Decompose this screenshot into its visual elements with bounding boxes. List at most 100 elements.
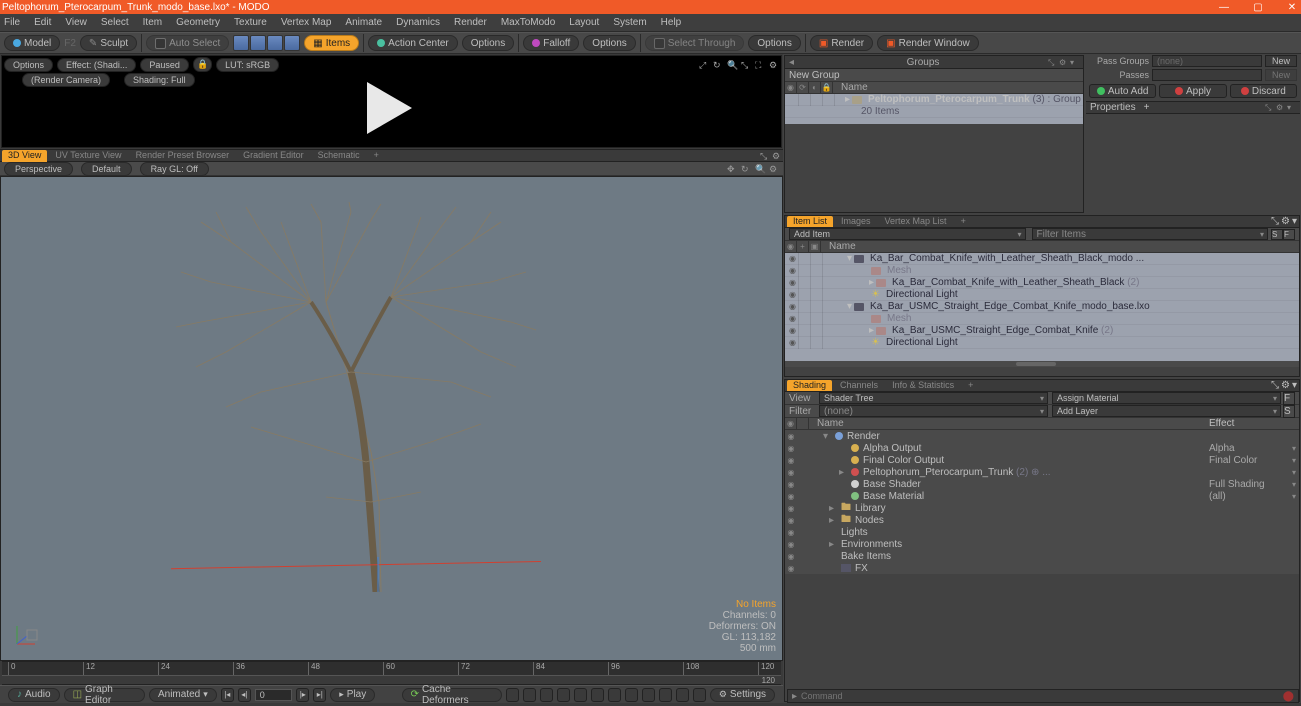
- eye-icon[interactable]: ◉: [785, 82, 797, 94]
- viewtab-max-icon[interactable]: ⤡: [760, 151, 769, 160]
- shader-view-dropdown[interactable]: Shader Tree: [819, 392, 1048, 404]
- t-icon-12[interactable]: [693, 688, 706, 702]
- menu-geometry[interactable]: Geometry: [176, 17, 220, 28]
- 3d-viewport[interactable]: No Items Channels: 0 Deformers: ON GL: 1…: [0, 176, 783, 661]
- item-row[interactable]: ◉Mesh: [785, 313, 1299, 325]
- apply-button[interactable]: Apply: [1159, 84, 1226, 98]
- falloff-button[interactable]: Falloff: [523, 35, 579, 51]
- command-record-icon[interactable]: ⬤: [1283, 691, 1294, 702]
- viewtab-add[interactable]: +: [368, 150, 385, 162]
- preview-icon-5[interactable]: ⛶: [755, 60, 765, 70]
- shading-tab-add[interactable]: +: [962, 380, 979, 391]
- default-dropdown[interactable]: Default: [81, 162, 132, 176]
- options-button-2[interactable]: Options: [583, 35, 635, 51]
- item-row[interactable]: ◉Mesh: [785, 265, 1299, 277]
- command-input[interactable]: [801, 691, 1279, 701]
- preview-effect[interactable]: Effect: (Shadi...: [57, 58, 136, 72]
- passes-field[interactable]: [1152, 69, 1262, 81]
- itemlist-tab-add[interactable]: +: [955, 216, 972, 227]
- viewtab-render-preset-browser[interactable]: Render Preset Browser: [130, 150, 236, 162]
- play-icon[interactable]: [367, 82, 412, 134]
- audio-button[interactable]: ♪Audio: [8, 688, 60, 702]
- command-bar[interactable]: ▸ ⬤: [787, 689, 1299, 703]
- item-row[interactable]: ◉☀Directional Light: [785, 337, 1299, 349]
- animated-filter[interactable]: Animated ▾: [149, 688, 217, 702]
- action-center-button[interactable]: Action Center: [368, 35, 458, 51]
- step-fwd-button[interactable]: |▸: [296, 688, 309, 702]
- shader-row[interactable]: ◉FX: [785, 562, 1299, 574]
- menu-texture[interactable]: Texture: [234, 17, 267, 28]
- filter-items-field[interactable]: Filter Items: [1032, 228, 1269, 240]
- render-button[interactable]: ▣Render: [810, 35, 873, 51]
- items-mode-button[interactable]: ▦Items: [304, 35, 359, 51]
- t-icon-5[interactable]: [574, 688, 587, 702]
- pass-new-button[interactable]: New: [1265, 69, 1297, 81]
- shading-tab-channels[interactable]: Channels: [834, 380, 884, 391]
- group-item-row[interactable]: ▸Peltophorum_Pterocarpum_Trunk (3) : Gro…: [785, 94, 1083, 106]
- preview-gear-icon[interactable]: ⚙: [769, 60, 779, 70]
- itemlist-tab-vertex-map-list[interactable]: Vertex Map List: [879, 216, 953, 227]
- item-row[interactable]: ◉☀Directional Light: [785, 289, 1299, 301]
- step-back-button[interactable]: ◂|: [238, 688, 251, 702]
- vp-rotate-icon[interactable]: ↻: [741, 164, 751, 174]
- groups-max-icon[interactable]: ⤡: [1048, 58, 1057, 67]
- t-icon-3[interactable]: [540, 688, 553, 702]
- preview-shading[interactable]: Shading: Full: [124, 73, 195, 87]
- itemlist-tab-item-list[interactable]: Item List: [787, 216, 833, 227]
- shading-tab-info---statistics[interactable]: Info & Statistics: [886, 380, 960, 391]
- shader-row[interactable]: ◉▸🖿Library: [785, 502, 1299, 514]
- vp-gear-icon[interactable]: ⚙: [769, 164, 779, 174]
- groups-gear-icon[interactable]: ⚙: [1059, 58, 1068, 67]
- maximize-button[interactable]: ▢: [1251, 2, 1265, 13]
- t-icon-4[interactable]: [557, 688, 570, 702]
- viewtab-schematic[interactable]: Schematic: [312, 150, 366, 162]
- goto-end-button[interactable]: ▸|: [313, 688, 326, 702]
- properties-header[interactable]: Properties+⤡⚙▾: [1086, 101, 1300, 114]
- t-icon-10[interactable]: [659, 688, 672, 702]
- shader-filter-dropdown[interactable]: (none): [819, 405, 1048, 417]
- options-button-3[interactable]: Options: [748, 35, 800, 51]
- menu-file[interactable]: File: [4, 17, 20, 28]
- preview-camera[interactable]: (Render Camera): [22, 73, 110, 87]
- menu-select[interactable]: Select: [101, 17, 129, 28]
- item-row[interactable]: ◉▾Ka_Bar_USMC_Straight_Edge_Combat_Knife…: [785, 301, 1299, 313]
- preview-icon-1[interactable]: ⤢: [699, 60, 709, 70]
- select-through-button[interactable]: Select Through: [645, 35, 745, 51]
- menu-help[interactable]: Help: [661, 17, 682, 28]
- preview-lock-icon[interactable]: 🔒: [193, 57, 212, 72]
- auto-add-button[interactable]: Auto Add: [1089, 84, 1156, 98]
- graph-editor-button[interactable]: ◫Graph Editor: [64, 688, 145, 702]
- perspective-dropdown[interactable]: Perspective: [4, 162, 73, 176]
- shader-row[interactable]: ◉▸Environments: [785, 538, 1299, 550]
- add-item-dropdown[interactable]: Add Item: [789, 228, 1026, 240]
- menu-dynamics[interactable]: Dynamics: [396, 17, 440, 28]
- preview-icon-2[interactable]: ↻: [713, 60, 723, 70]
- add-layer-dropdown[interactable]: Add Layer: [1052, 405, 1281, 417]
- passgroup-new-button[interactable]: New: [1265, 55, 1297, 67]
- select-mode-icon-4[interactable]: [284, 35, 300, 51]
- settings-button[interactable]: ⚙ Settings: [710, 688, 775, 702]
- pass-groups-field[interactable]: (none): [1152, 55, 1262, 67]
- goto-start-button[interactable]: |◂: [221, 688, 234, 702]
- new-group-button[interactable]: New Group: [789, 70, 840, 81]
- item-row[interactable]: ◉▸Ka_Bar_Combat_Knife_with_Leather_Sheat…: [785, 277, 1299, 289]
- shader-row[interactable]: ◉Lights: [785, 526, 1299, 538]
- t-icon-9[interactable]: [642, 688, 655, 702]
- select-mode-icon-3[interactable]: [267, 35, 283, 51]
- menu-item[interactable]: Item: [143, 17, 162, 28]
- shader-row[interactable]: ◉Base ShaderFull Shading▾: [785, 478, 1299, 490]
- itemlist-scrollbar[interactable]: [1016, 362, 1056, 366]
- menu-animate[interactable]: Animate: [345, 17, 382, 28]
- menu-edit[interactable]: Edit: [34, 17, 51, 28]
- axis-gizmo[interactable]: [13, 622, 39, 648]
- item-row[interactable]: ◉▸Ka_Bar_USMC_Straight_Edge_Combat_Knife…: [785, 325, 1299, 337]
- render-window-button[interactable]: ▣Render Window: [877, 35, 979, 51]
- shader-row[interactable]: ◉Alpha OutputAlpha▾: [785, 442, 1299, 454]
- shader-row[interactable]: ◉Bake Items: [785, 550, 1299, 562]
- vp-zoom-icon[interactable]: 🔍: [755, 164, 765, 174]
- discard-button[interactable]: Discard: [1230, 84, 1297, 98]
- itemlist-tab-images[interactable]: Images: [835, 216, 877, 227]
- timeline[interactable]: 01224364860728496108120 120: [2, 661, 781, 685]
- assign-material-dropdown[interactable]: Assign Material: [1052, 392, 1281, 404]
- preview-icon-4[interactable]: ⤡: [741, 60, 751, 70]
